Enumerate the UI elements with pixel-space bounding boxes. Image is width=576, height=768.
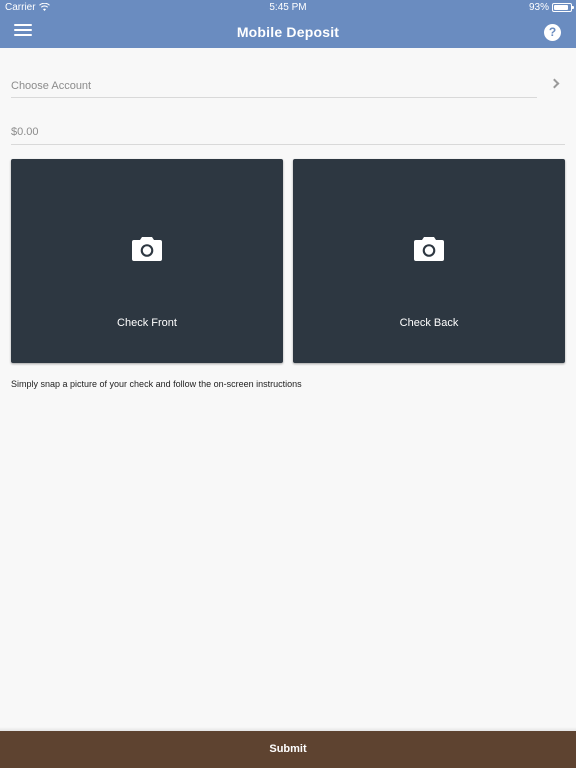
page-title: Mobile Deposit [236,24,340,40]
submit-button[interactable]: Submit [0,731,576,768]
amount-field [11,120,565,146]
app-header: Carrier 5:45 PM 93% Mobile Deposit ? [0,0,576,48]
battery-icon [552,3,574,12]
battery-percent: 93% [528,2,549,13]
camera-icon [132,237,162,261]
amount-input[interactable] [11,126,565,138]
help-icon[interactable]: ? [544,24,561,41]
choose-account-selector[interactable]: Choose Account [11,74,565,99]
chevron-right-icon [549,78,560,89]
camera-icon [414,237,444,261]
status-battery: 93% [528,2,574,13]
choose-account-placeholder: Choose Account [11,80,92,92]
status-time: 5:45 PM [269,2,307,13]
instructions-text: Simply snap a picture of your check and … [11,379,302,389]
amount-divider [11,144,565,145]
status-bar: Carrier 5:45 PM 93% [0,0,576,16]
check-front-label: Check Front [117,317,177,329]
check-back-label: Check Back [399,317,459,329]
account-divider [11,97,537,98]
check-front-button[interactable]: Check Front [11,159,283,363]
check-back-button[interactable]: Check Back [293,159,565,363]
